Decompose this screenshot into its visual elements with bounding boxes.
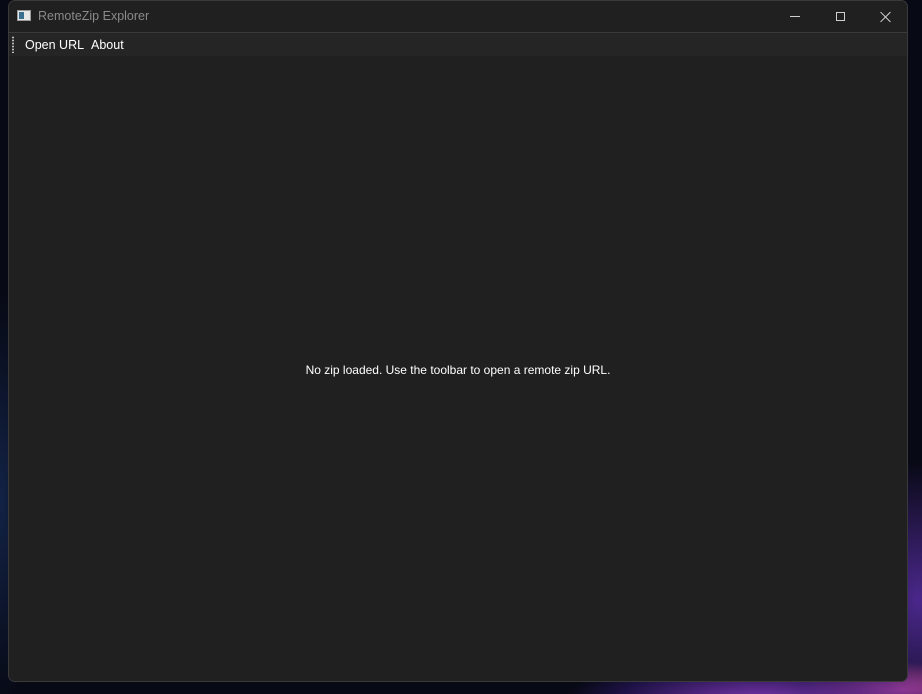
window-title: RemoteZip Explorer [38,9,150,23]
open-url-button[interactable]: Open URL [25,38,84,52]
main-content-area: No zip loaded. Use the toolbar to open a… [9,56,907,681]
toolbar-grip-handle[interactable] [12,36,14,53]
toolbar: Open URL About [9,32,907,56]
minimize-icon [790,16,800,17]
app-window-icon [17,10,31,21]
about-button[interactable]: About [91,38,124,52]
app-window: RemoteZip Explorer Open URL About No zip… [8,0,908,682]
maximize-button[interactable] [817,1,863,32]
close-button[interactable] [863,1,907,32]
close-icon [880,11,892,23]
minimize-button[interactable] [772,1,818,32]
empty-state-message: No zip loaded. Use the toolbar to open a… [305,363,611,377]
maximize-icon [835,12,845,21]
title-bar[interactable]: RemoteZip Explorer [9,1,907,32]
